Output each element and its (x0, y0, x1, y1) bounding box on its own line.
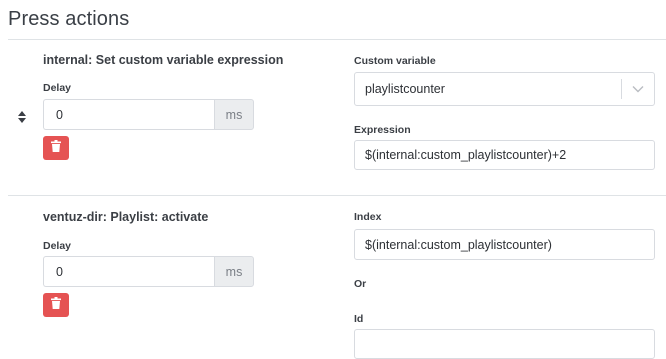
delete-action-button[interactable] (43, 293, 69, 317)
delay-input[interactable]: 0 (43, 256, 214, 287)
delay-input[interactable]: 0 (43, 99, 214, 130)
custom-variable-value: playlistcounter (365, 82, 445, 96)
action-row-2: ventuz-dir: Playlist: activate Delay 0 m… (0, 196, 666, 359)
id-label: Id (354, 313, 364, 325)
delay-unit-addon: ms (214, 99, 254, 130)
index-label: Index (354, 211, 382, 223)
expression-label: Expression (354, 124, 411, 136)
action-title: internal: Set custom variable expression (43, 53, 284, 67)
action-title: ventuz-dir: Playlist: activate (43, 210, 209, 224)
id-input[interactable] (354, 329, 655, 359)
sort-handle-icon[interactable] (17, 110, 27, 124)
delay-label: Delay (43, 240, 72, 252)
delete-action-button[interactable] (43, 136, 69, 160)
trash-icon (51, 296, 61, 314)
trash-icon (51, 139, 61, 157)
custom-variable-select[interactable]: playlistcounter (354, 72, 655, 106)
section-title: Press actions (8, 8, 130, 30)
index-input[interactable]: $(internal:custom_playlistcounter) (354, 229, 655, 260)
chevron-down-icon[interactable] (622, 85, 654, 93)
custom-variable-label: Custom variable (354, 55, 436, 67)
delay-input-group: 0 ms (43, 99, 254, 130)
action-row-1: internal: Set custom variable expression… (0, 40, 666, 195)
delay-input-group: 0 ms (43, 256, 254, 287)
expression-input[interactable]: $(internal:custom_playlistcounter)+2 (354, 140, 655, 170)
delay-unit-addon: ms (214, 256, 254, 287)
or-label: Or (354, 278, 367, 290)
delay-label: Delay (43, 82, 72, 94)
